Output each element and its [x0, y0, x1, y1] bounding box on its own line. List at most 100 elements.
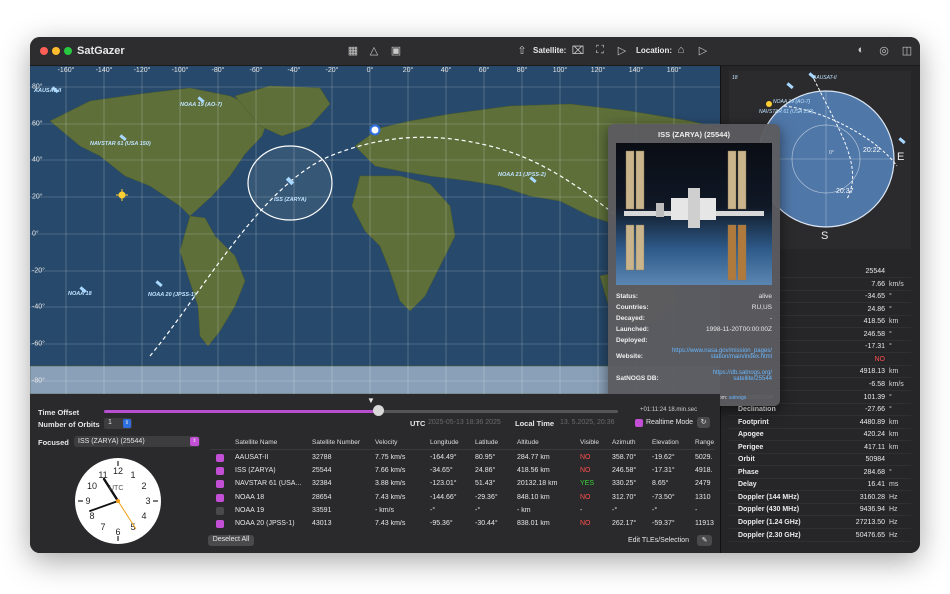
cell-vel: 3.88 km/s	[375, 480, 406, 488]
table-row[interactable]: NAVSTAR 61 (USA... 32384 3.88 km/s -123.01°…	[210, 478, 715, 491]
popup-row-satnogs: SatNOGS DB: https://db.satnogs.org/satel…	[616, 370, 772, 382]
detail-row: Phase 284.68 °	[729, 467, 911, 479]
lon-tick: -160°	[57, 67, 75, 74]
time-offset-slider-fill[interactable]	[104, 410, 378, 413]
zoom-button[interactable]	[64, 47, 72, 55]
col-header-range[interactable]: Range	[695, 437, 714, 449]
svg-text:3: 3	[145, 496, 150, 506]
cell-lon: -95.36°	[430, 520, 453, 527]
lat-tick: -60°	[32, 340, 45, 348]
popup-row-countries: Countries: RU,US	[616, 304, 772, 311]
col-header-longitude[interactable]: Longitude	[430, 437, 459, 449]
row-checkbox[interactable]	[216, 506, 224, 515]
detail-key: Doppler (430 MHz)	[738, 506, 800, 514]
cell-vis: -	[580, 506, 583, 514]
chevron-down-icon[interactable]: ⇕	[190, 437, 199, 446]
svg-text:8: 8	[89, 511, 94, 521]
table-row[interactable]: NOAA 18 28654 7.43 km/s -144.66° -29.36° 848.…	[210, 492, 715, 505]
time-offset-slider-knob[interactable]	[373, 405, 384, 416]
cell-vel: - km/s	[375, 506, 395, 514]
polar-label-aausat: AAUSAT-II	[813, 75, 837, 81]
edit-pencil-icon[interactable]: ✎	[697, 535, 712, 546]
telescope-icon[interactable]: △	[366, 44, 382, 57]
title-bar: SatGazer ▦ △ ▣ ⇧ Satellite: ⌧ ⛶ ▷ Locati…	[30, 37, 920, 66]
sat-label-navstar[interactable]: NAVSTAR 61 (USA 150)	[90, 141, 151, 147]
detail-key: Declination	[738, 406, 776, 414]
realtime-checkbox[interactable]	[635, 419, 643, 427]
table-row[interactable]: NOAA 20 (JPSS-1) 43013 7.43 km/s -95.36° -30…	[210, 518, 715, 531]
table-row[interactable]: NOAA 19 33591 - km/s -° -° - km - -° -° -	[210, 505, 715, 518]
satnogs-link[interactable]: https://db.satnogs.org/satellite/25544	[713, 370, 772, 382]
app-title: SatGazer	[77, 45, 125, 57]
cell-vis: NO	[580, 467, 591, 475]
unlock-icon[interactable]: ⌧	[570, 44, 586, 57]
detail-value: 50476.65	[855, 531, 885, 539]
sat-label-noaa21[interactable]: NOAA 21 (JPSS-2)	[498, 172, 546, 178]
flip-location-icon[interactable]: ▷	[695, 44, 711, 57]
polar-label-18: 18	[732, 75, 738, 81]
row-checkbox[interactable]	[216, 480, 224, 489]
popup-row-decayed: Decayed: -	[616, 315, 772, 322]
data-from-link[interactable]: satnogs	[729, 395, 747, 401]
row-checkbox[interactable]	[216, 454, 224, 462]
col-header-velocity[interactable]: Velocity	[375, 437, 397, 449]
fullscreen-icon[interactable]: ⛶	[592, 44, 608, 57]
orbit-icon[interactable]: ◎	[876, 44, 892, 57]
col-header-latitude[interactable]: Latitude	[475, 437, 498, 449]
row-checkbox[interactable]	[216, 467, 224, 476]
num-orbits-stepper[interactable]: 1 ⇕	[104, 418, 132, 429]
col-header-name[interactable]: Satellite Name	[235, 437, 277, 449]
deselect-all-button[interactable]: Deselect All	[208, 535, 254, 546]
local-time-value[interactable]: 13. 5.2025, 20:36	[560, 419, 615, 426]
minimize-button[interactable]	[52, 47, 60, 55]
detail-value: -17.31	[865, 343, 885, 351]
map-icon[interactable]: ▦	[345, 44, 361, 57]
sat-label-aausat[interactable]: AAUSAT-II	[34, 88, 61, 94]
focused-select[interactable]: ISS (ZARYA) (25544) ⇕	[74, 436, 200, 447]
col-header-elevation[interactable]: Elevation	[652, 437, 679, 449]
website-link[interactable]: https://www.nasa.gov/mission_pages/stati…	[672, 348, 772, 360]
lon-tick: 40°	[440, 67, 452, 74]
home-icon[interactable]: ⌂	[673, 44, 689, 56]
share-icon[interactable]: ⇧	[514, 44, 530, 57]
row-checkbox[interactable]	[216, 520, 224, 528]
svg-text:1: 1	[130, 470, 135, 480]
cell-az: 246.58°	[612, 467, 637, 475]
observer-location-marker[interactable]	[369, 124, 381, 136]
globe-icon[interactable]: ◐	[853, 44, 869, 56]
sat-label-noaa19[interactable]: NOAA 19 (AO-7)	[180, 102, 222, 108]
sat-label-noaa18[interactable]: NOAA 18	[68, 291, 92, 297]
refresh-icon[interactable]: ↻	[697, 417, 710, 428]
col-header-azimuth[interactable]: Azimuth	[612, 437, 635, 449]
stepper-icon[interactable]: ⇕	[123, 419, 131, 428]
realtime-label: Realtime Mode	[646, 419, 694, 426]
col-header-altitude[interactable]: Altitude	[517, 437, 539, 449]
row-checkbox[interactable]	[216, 493, 224, 502]
cell-alt: 838.01 km	[517, 520, 550, 527]
detail-row: Footprint 4480.89 km	[729, 417, 911, 429]
detail-row: Apogee 420.24 km	[729, 429, 911, 442]
calendar-icon[interactable]: ▣	[388, 44, 404, 57]
cell-name: ISS (ZARYA)	[235, 467, 276, 475]
cell-num: 25544	[312, 467, 332, 475]
flip-icon[interactable]: ▷	[614, 44, 630, 57]
col-header-visible[interactable]: Visible	[580, 437, 599, 449]
table-row[interactable]: ISS (ZARYA) 25544 7.66 km/s -34.65° 24.86° 41…	[210, 465, 715, 478]
sat-label-noaa20[interactable]: NOAA 20 (JPSS-1)	[148, 292, 196, 298]
time-offset-slider-track[interactable]	[378, 410, 618, 413]
sat-label-iss[interactable]: ISS (ZARYA)	[274, 197, 307, 203]
cell-rng: 4918.	[695, 467, 713, 475]
close-button[interactable]	[40, 47, 48, 55]
num-orbits-label: Number of Orbits	[38, 420, 100, 429]
satellite-info-popup: ISS (ZARYA) (25544) Status: alive Countri…	[608, 124, 780, 406]
sidebar-icon[interactable]: ◫	[899, 44, 915, 57]
cell-alt: 20132.18 km	[517, 480, 558, 488]
noaa20-satellite-icon	[155, 280, 163, 288]
utc-value[interactable]: 2025-05-13 18:36 2025	[428, 419, 501, 426]
table-row[interactable]: AAUSAT-II 32788 7.75 km/s -164.49° 80.95° 284…	[210, 452, 715, 465]
lon-tick: -60°	[249, 67, 263, 74]
lon-tick: 140°	[628, 67, 644, 74]
col-header-number[interactable]: Satellite Number	[312, 437, 360, 449]
cell-name: NAVSTAR 61 (USA...	[235, 480, 302, 488]
cell-vel: 7.43 km/s	[375, 520, 406, 527]
